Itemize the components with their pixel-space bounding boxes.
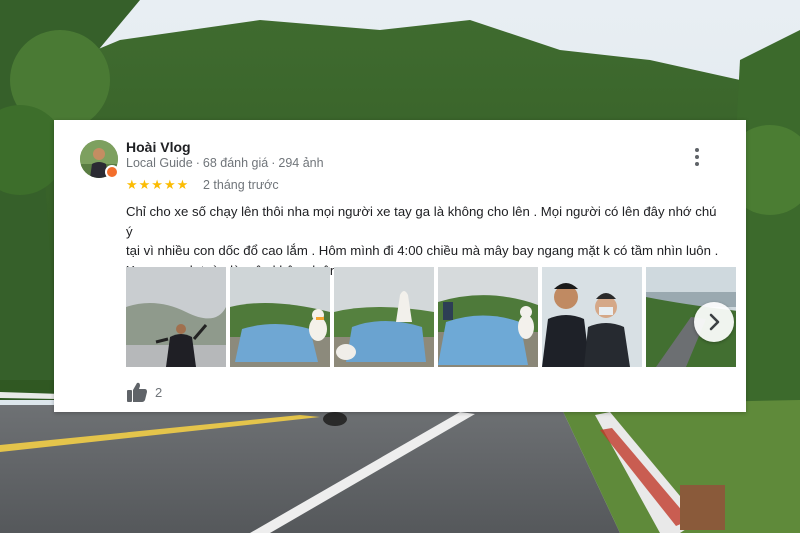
review-text-line: tại vì nhiều con dốc đổ cao lắm . Hôm mì… — [126, 243, 719, 259]
like-button[interactable] — [126, 381, 148, 403]
review-count: 68 đánh giá — [202, 156, 269, 170]
author-meta: Local Guide · 68 đánh giá · 294 ảnh — [126, 156, 324, 170]
photo-count: 294 ảnh — [278, 156, 324, 170]
author-name[interactable]: Hoài Vlog — [126, 139, 191, 155]
local-guide-badge-icon — [105, 165, 119, 179]
review-card: Hoài Vlog Local Guide · 68 đánh giá · 294 ản… — [54, 120, 746, 412]
review-photo[interactable] — [126, 267, 226, 367]
thumbs-up-icon — [127, 382, 147, 402]
like-count: 2 — [155, 385, 163, 400]
review-text-line: Chỉ cho xe số chạy lên thôi nha mọi ngườ… — [126, 204, 717, 239]
next-photos-button[interactable] — [694, 302, 734, 342]
chevron-right-icon — [709, 313, 720, 331]
review-photo[interactable] — [230, 267, 330, 367]
review-photo[interactable] — [334, 267, 434, 367]
review-photo[interactable] — [438, 267, 538, 367]
photo-strip — [126, 267, 736, 367]
more-vert-icon[interactable] — [686, 146, 708, 168]
review-photo[interactable] — [542, 267, 642, 367]
rating-stars-icon: ★★★★★ — [126, 177, 190, 192]
review-time: 2 tháng trước — [203, 178, 279, 192]
author-level: Local Guide — [126, 156, 193, 170]
